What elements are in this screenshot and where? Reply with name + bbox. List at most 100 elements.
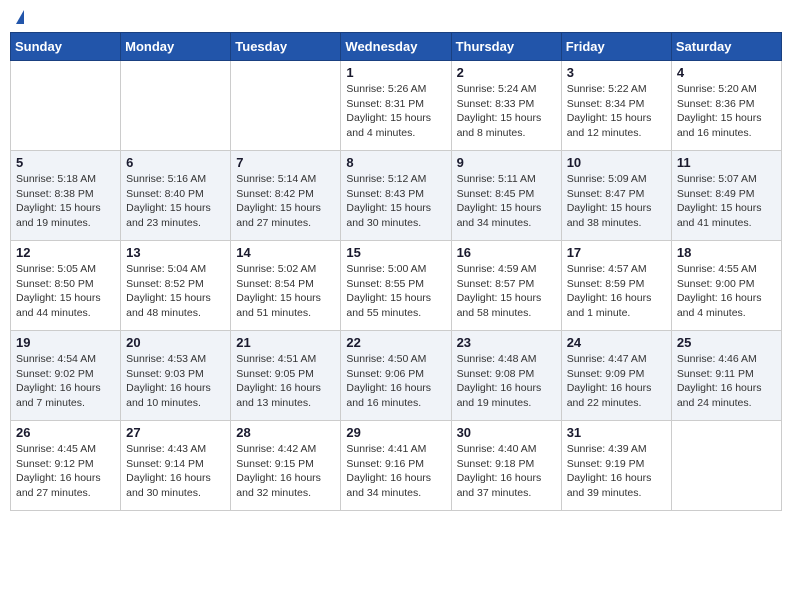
day-number: 4 bbox=[677, 65, 776, 80]
calendar-cell: 13 Sunrise: 5:04 AM Sunset: 8:52 PM Dayli… bbox=[121, 241, 231, 331]
day-info: Sunrise: 4:41 AM Sunset: 9:16 PM Dayligh… bbox=[346, 442, 445, 501]
day-info: Sunrise: 5:20 AM Sunset: 8:36 PM Dayligh… bbox=[677, 82, 776, 141]
calendar-cell: 20 Sunrise: 4:53 AM Sunset: 9:03 PM Dayli… bbox=[121, 331, 231, 421]
calendar-cell: 14 Sunrise: 5:02 AM Sunset: 8:54 PM Dayli… bbox=[231, 241, 341, 331]
day-info: Sunrise: 4:54 AM Sunset: 9:02 PM Dayligh… bbox=[16, 352, 115, 411]
logo bbox=[14, 10, 24, 24]
calendar-cell bbox=[671, 421, 781, 511]
day-info: Sunrise: 4:42 AM Sunset: 9:15 PM Dayligh… bbox=[236, 442, 335, 501]
day-number: 2 bbox=[457, 65, 556, 80]
calendar-cell: 12 Sunrise: 5:05 AM Sunset: 8:50 PM Dayli… bbox=[11, 241, 121, 331]
header bbox=[10, 10, 782, 24]
day-number: 27 bbox=[126, 425, 225, 440]
day-number: 30 bbox=[457, 425, 556, 440]
calendar-table: SundayMondayTuesdayWednesdayThursdayFrid… bbox=[10, 32, 782, 511]
day-number: 13 bbox=[126, 245, 225, 260]
calendar-week-3: 12 Sunrise: 5:05 AM Sunset: 8:50 PM Dayli… bbox=[11, 241, 782, 331]
calendar-cell bbox=[11, 61, 121, 151]
day-number: 25 bbox=[677, 335, 776, 350]
weekday-header-friday: Friday bbox=[561, 33, 671, 61]
day-info: Sunrise: 5:22 AM Sunset: 8:34 PM Dayligh… bbox=[567, 82, 666, 141]
calendar-week-1: 1 Sunrise: 5:26 AM Sunset: 8:31 PM Daylig… bbox=[11, 61, 782, 151]
calendar-cell: 29 Sunrise: 4:41 AM Sunset: 9:16 PM Dayli… bbox=[341, 421, 451, 511]
calendar-cell: 4 Sunrise: 5:20 AM Sunset: 8:36 PM Daylig… bbox=[671, 61, 781, 151]
calendar-cell: 28 Sunrise: 4:42 AM Sunset: 9:15 PM Dayli… bbox=[231, 421, 341, 511]
day-info: Sunrise: 4:57 AM Sunset: 8:59 PM Dayligh… bbox=[567, 262, 666, 321]
day-number: 14 bbox=[236, 245, 335, 260]
day-info: Sunrise: 4:59 AM Sunset: 8:57 PM Dayligh… bbox=[457, 262, 556, 321]
calendar-cell: 18Sunrise: 4:55 AM Sunset: 9:00 PM Dayli… bbox=[671, 241, 781, 331]
calendar-cell: 22 Sunrise: 4:50 AM Sunset: 9:06 PM Dayli… bbox=[341, 331, 451, 421]
day-info: Sunrise: 4:50 AM Sunset: 9:06 PM Dayligh… bbox=[346, 352, 445, 411]
day-number: 9 bbox=[457, 155, 556, 170]
calendar-cell: 27 Sunrise: 4:43 AM Sunset: 9:14 PM Dayli… bbox=[121, 421, 231, 511]
weekday-header-sunday: Sunday bbox=[11, 33, 121, 61]
day-info: Sunrise: 5:02 AM Sunset: 8:54 PM Dayligh… bbox=[236, 262, 335, 321]
calendar-cell: 19 Sunrise: 4:54 AM Sunset: 9:02 PM Dayli… bbox=[11, 331, 121, 421]
day-number: 21 bbox=[236, 335, 335, 350]
calendar-cell bbox=[121, 61, 231, 151]
day-info: Sunrise: 5:12 AM Sunset: 8:43 PM Dayligh… bbox=[346, 172, 445, 231]
day-number: 8 bbox=[346, 155, 445, 170]
day-number: 29 bbox=[346, 425, 445, 440]
day-number: 10 bbox=[567, 155, 666, 170]
day-number: 22 bbox=[346, 335, 445, 350]
weekday-header-monday: Monday bbox=[121, 33, 231, 61]
day-number: 28 bbox=[236, 425, 335, 440]
calendar-cell: 16 Sunrise: 4:59 AM Sunset: 8:57 PM Dayli… bbox=[451, 241, 561, 331]
calendar-cell: 9 Sunrise: 5:11 AM Sunset: 8:45 PM Daylig… bbox=[451, 151, 561, 241]
logo-triangle-icon bbox=[16, 10, 24, 24]
calendar-cell: 21Sunrise: 4:51 AM Sunset: 9:05 PM Dayli… bbox=[231, 331, 341, 421]
calendar-cell: 30 Sunrise: 4:40 AM Sunset: 9:18 PM Dayli… bbox=[451, 421, 561, 511]
day-number: 15 bbox=[346, 245, 445, 260]
calendar-week-4: 19 Sunrise: 4:54 AM Sunset: 9:02 PM Dayli… bbox=[11, 331, 782, 421]
day-info: Sunrise: 5:07 AM Sunset: 8:49 PM Dayligh… bbox=[677, 172, 776, 231]
calendar-cell: 25Sunrise: 4:46 AM Sunset: 9:11 PM Dayli… bbox=[671, 331, 781, 421]
calendar-cell: 8 Sunrise: 5:12 AM Sunset: 8:43 PM Daylig… bbox=[341, 151, 451, 241]
calendar-cell: 24Sunrise: 4:47 AM Sunset: 9:09 PM Dayli… bbox=[561, 331, 671, 421]
day-number: 31 bbox=[567, 425, 666, 440]
calendar-cell: 23 Sunrise: 4:48 AM Sunset: 9:08 PM Dayli… bbox=[451, 331, 561, 421]
calendar-cell: 7 Sunrise: 5:14 AM Sunset: 8:42 PM Daylig… bbox=[231, 151, 341, 241]
calendar-cell: 17 Sunrise: 4:57 AM Sunset: 8:59 PM Dayli… bbox=[561, 241, 671, 331]
day-info: Sunrise: 5:04 AM Sunset: 8:52 PM Dayligh… bbox=[126, 262, 225, 321]
day-number: 20 bbox=[126, 335, 225, 350]
day-info: Sunrise: 5:18 AM Sunset: 8:38 PM Dayligh… bbox=[16, 172, 115, 231]
weekday-header-saturday: Saturday bbox=[671, 33, 781, 61]
day-info: Sunrise: 5:09 AM Sunset: 8:47 PM Dayligh… bbox=[567, 172, 666, 231]
day-number: 7 bbox=[236, 155, 335, 170]
calendar-cell: 5Sunrise: 5:18 AM Sunset: 8:38 PM Daylig… bbox=[11, 151, 121, 241]
calendar-cell: 6Sunrise: 5:16 AM Sunset: 8:40 PM Daylig… bbox=[121, 151, 231, 241]
calendar-cell: 31 Sunrise: 4:39 AM Sunset: 9:19 PM Dayli… bbox=[561, 421, 671, 511]
day-number: 6 bbox=[126, 155, 225, 170]
day-info: Sunrise: 5:26 AM Sunset: 8:31 PM Dayligh… bbox=[346, 82, 445, 141]
day-number: 19 bbox=[16, 335, 115, 350]
calendar-cell: 15 Sunrise: 5:00 AM Sunset: 8:55 PM Dayli… bbox=[341, 241, 451, 331]
day-info: Sunrise: 5:05 AM Sunset: 8:50 PM Dayligh… bbox=[16, 262, 115, 321]
day-info: Sunrise: 4:43 AM Sunset: 9:14 PM Dayligh… bbox=[126, 442, 225, 501]
day-info: Sunrise: 4:40 AM Sunset: 9:18 PM Dayligh… bbox=[457, 442, 556, 501]
day-number: 12 bbox=[16, 245, 115, 260]
day-number: 18 bbox=[677, 245, 776, 260]
day-info: Sunrise: 5:14 AM Sunset: 8:42 PM Dayligh… bbox=[236, 172, 335, 231]
calendar-week-2: 5Sunrise: 5:18 AM Sunset: 8:38 PM Daylig… bbox=[11, 151, 782, 241]
day-info: Sunrise: 4:53 AM Sunset: 9:03 PM Dayligh… bbox=[126, 352, 225, 411]
day-number: 17 bbox=[567, 245, 666, 260]
calendar-cell: 26Sunrise: 4:45 AM Sunset: 9:12 PM Dayli… bbox=[11, 421, 121, 511]
calendar-cell: 1 Sunrise: 5:26 AM Sunset: 8:31 PM Daylig… bbox=[341, 61, 451, 151]
calendar-week-5: 26Sunrise: 4:45 AM Sunset: 9:12 PM Dayli… bbox=[11, 421, 782, 511]
weekday-header-row: SundayMondayTuesdayWednesdayThursdayFrid… bbox=[11, 33, 782, 61]
day-info: Sunrise: 5:00 AM Sunset: 8:55 PM Dayligh… bbox=[346, 262, 445, 321]
weekday-header-thursday: Thursday bbox=[451, 33, 561, 61]
day-info: Sunrise: 4:48 AM Sunset: 9:08 PM Dayligh… bbox=[457, 352, 556, 411]
day-info: Sunrise: 5:11 AM Sunset: 8:45 PM Dayligh… bbox=[457, 172, 556, 231]
calendar-cell: 11 Sunrise: 5:07 AM Sunset: 8:49 PM Dayli… bbox=[671, 151, 781, 241]
day-number: 1 bbox=[346, 65, 445, 80]
day-info: Sunrise: 4:39 AM Sunset: 9:19 PM Dayligh… bbox=[567, 442, 666, 501]
day-number: 26 bbox=[16, 425, 115, 440]
day-number: 23 bbox=[457, 335, 556, 350]
weekday-header-tuesday: Tuesday bbox=[231, 33, 341, 61]
calendar-cell bbox=[231, 61, 341, 151]
day-number: 16 bbox=[457, 245, 556, 260]
day-number: 11 bbox=[677, 155, 776, 170]
